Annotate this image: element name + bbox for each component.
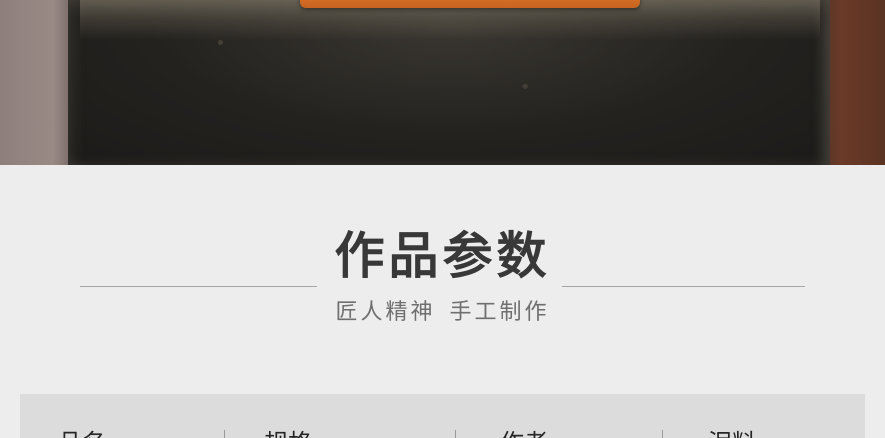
spec-divider [224, 430, 225, 438]
product-photo [0, 0, 885, 165]
title-rule-right [562, 286, 805, 287]
spec-header-name: 品名 [58, 428, 106, 438]
spec-divider [662, 430, 663, 438]
teapot-base [300, 0, 640, 8]
spec-divider [455, 430, 456, 438]
spec-header-author: 作者 [500, 428, 548, 438]
subtitle-craftsmanship: 匠人精神 [335, 300, 436, 325]
spec-header-size: 规格 [264, 428, 312, 438]
section-title: 作品参数 [334, 226, 551, 285]
title-rule-left [80, 286, 317, 287]
section-subtitle: 匠人精神 手工制作 [0, 298, 885, 328]
subtitle-handmade: 手工制作 [449, 300, 550, 325]
spec-header-clay: 泥料 [708, 428, 756, 438]
spec-table: 品名 规格 作者 泥料 [20, 394, 865, 438]
